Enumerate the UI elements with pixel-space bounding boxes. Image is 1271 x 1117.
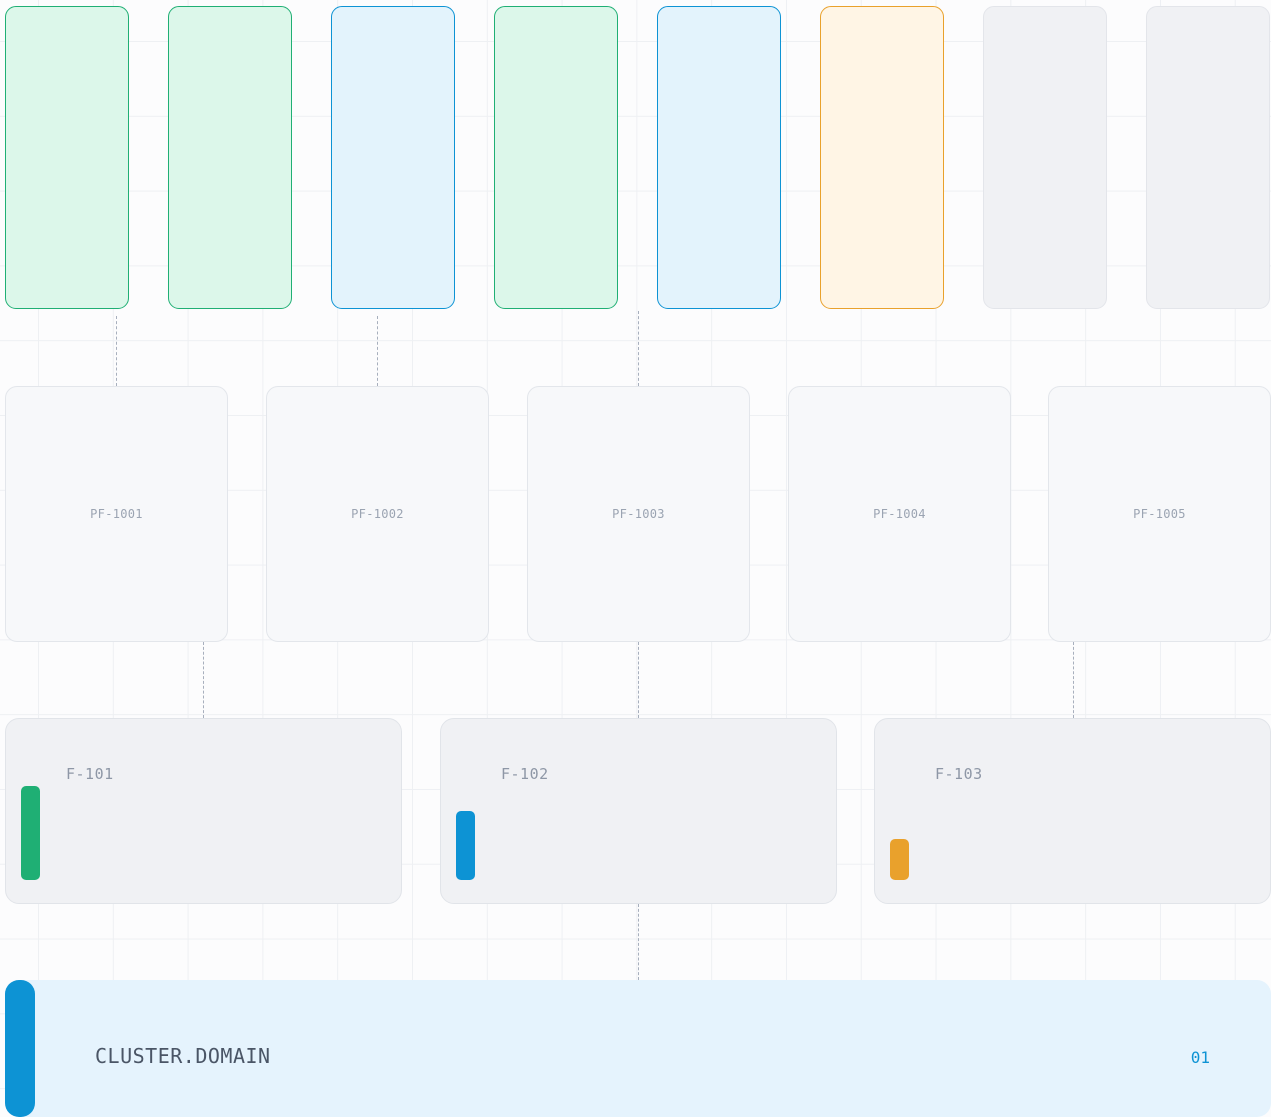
platform-node-label: PF-1004 xyxy=(873,507,926,521)
connector-pod-pf-1 xyxy=(116,316,117,386)
cluster-label: CLUSTER.DOMAIN xyxy=(95,1044,271,1068)
platform-node-label: PF-1001 xyxy=(90,507,143,521)
fabric-load-bar xyxy=(456,811,475,880)
pod-card[interactable] xyxy=(331,6,455,309)
platform-node-card[interactable]: PF-1004 xyxy=(788,386,1011,642)
platform-node-label: PF-1002 xyxy=(351,507,404,521)
pod-card[interactable] xyxy=(5,6,129,309)
connector-pf-f-3 xyxy=(1073,642,1074,718)
cluster-domain-bar[interactable]: CLUSTER.DOMAIN 01 xyxy=(5,980,1271,1117)
platform-node-card[interactable]: PF-1005 xyxy=(1048,386,1271,642)
pod-card[interactable] xyxy=(657,6,781,309)
connector-pf-f-2 xyxy=(638,642,639,718)
connector-pf-f-1 xyxy=(203,642,204,718)
connector-pod-pf-2 xyxy=(377,316,378,386)
pod-card[interactable] xyxy=(1146,6,1270,309)
platform-node-card[interactable]: PF-1002 xyxy=(266,386,489,642)
fabric-load-bar xyxy=(890,839,909,880)
connector-f-cluster xyxy=(638,904,639,980)
connector-pod-pf-3 xyxy=(638,311,639,386)
platform-node-card[interactable]: PF-1001 xyxy=(5,386,228,642)
pod-card[interactable] xyxy=(820,6,944,309)
cluster-index: 01 xyxy=(1190,1048,1210,1067)
fabric-node-card[interactable]: F-103 xyxy=(874,718,1271,904)
platform-node-label: PF-1003 xyxy=(612,507,665,521)
platform-node-card[interactable]: PF-1003 xyxy=(527,386,750,642)
pod-card[interactable] xyxy=(168,6,292,309)
fabric-node-card[interactable]: F-101 xyxy=(5,718,402,904)
pod-card[interactable] xyxy=(983,6,1107,309)
cluster-accent-bar xyxy=(5,980,35,1117)
fabric-node-label: F-102 xyxy=(501,765,549,783)
fabric-load-bar xyxy=(21,786,40,880)
platform-node-label: PF-1005 xyxy=(1133,507,1186,521)
fabric-node-label: F-103 xyxy=(935,765,983,783)
pod-card[interactable] xyxy=(494,6,618,309)
fabric-node-card[interactable]: F-102 xyxy=(440,718,837,904)
fabric-node-label: F-101 xyxy=(66,765,114,783)
